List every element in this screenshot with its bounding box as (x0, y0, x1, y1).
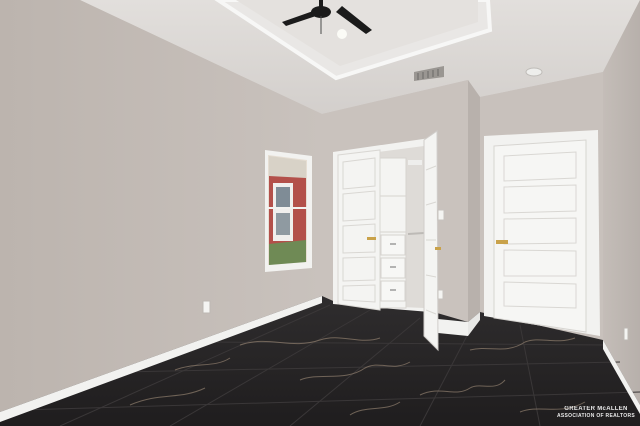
bedroom-photo: GREATER McALLEN ASSOCIATION OF REALTORS (0, 0, 640, 426)
wall-outlet (202, 300, 211, 314)
wall-outlet (623, 327, 629, 341)
bedroom-door (484, 130, 600, 336)
door-handle (496, 240, 508, 244)
window (265, 150, 312, 272)
corner-wall (468, 80, 480, 322)
watermark-line2: ASSOCIATION OF REALTORS (556, 413, 635, 419)
watermark-line1: GREATER McALLEN (564, 406, 628, 412)
closet-door-left (337, 149, 381, 311)
wall-outlet (437, 289, 444, 300)
watermark: GREATER McALLEN ASSOCIATION OF REALTORS (557, 406, 635, 420)
light-switch (437, 209, 445, 221)
smoke-detector (525, 67, 543, 77)
ceiling-light (337, 29, 347, 39)
room-illustration (0, 0, 640, 426)
closet-door-handle (367, 237, 376, 240)
